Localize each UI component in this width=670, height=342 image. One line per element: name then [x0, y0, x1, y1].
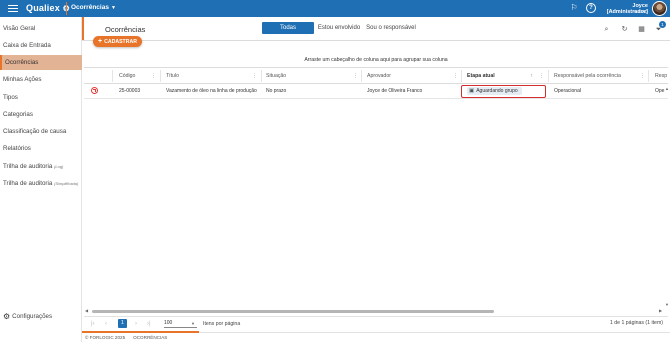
user-unit: FL CAD	[632, 9, 648, 14]
tab-estou-envolvido[interactable]: Estou envolvido	[315, 22, 363, 34]
column-separator	[261, 70, 262, 82]
columns-icon[interactable]: ▦	[637, 25, 646, 34]
footer-accent	[82, 331, 199, 333]
footer-module: OCORRÊNCIAS	[133, 335, 168, 340]
sidebar-item-categorias[interactable]: Categorias	[0, 107, 82, 122]
column-separator	[461, 70, 462, 82]
column-header-resp[interactable]: Resp	[655, 72, 667, 81]
module-selector[interactable]: Ocorrências ▼	[71, 4, 116, 11]
status-clock-icon	[91, 87, 98, 94]
sidebar-item-relatorios[interactable]: Relatórios	[0, 141, 82, 156]
footer: © FORLOGIC 2025 OCORRÊNCIAS	[85, 335, 167, 340]
refresh-icon[interactable]: ↻	[620, 25, 629, 34]
tab-sou-o-responsavel[interactable]: Sou o responsável	[365, 22, 417, 34]
scroll-up-arrow-icon[interactable]: ▲	[665, 86, 669, 91]
pager-divider	[84, 316, 668, 317]
cell-aprovador[interactable]: Joyce de Oliveira Franco	[367, 88, 422, 95]
page-title: Ocorrências	[105, 25, 146, 34]
tab-todas[interactable]: Todas	[262, 22, 314, 34]
column-separator	[548, 70, 549, 82]
notifications-icon[interactable]: ⚐	[569, 3, 579, 13]
column-header-situacao[interactable]: Situação	[266, 72, 286, 81]
app-logo[interactable]: Qualiex ⚙	[26, 3, 70, 13]
scroll-down-arrow-icon[interactable]: ▼	[665, 302, 669, 307]
search-icon[interactable]: ⌕	[602, 25, 611, 34]
header-divider	[82, 40, 670, 41]
sidebar-item-minhas-acoes[interactable]: Minhas Ações	[0, 72, 82, 87]
footer-copyright: © FORLOGIC 2025	[85, 335, 126, 340]
cell-situacao[interactable]: No prazo	[266, 88, 286, 95]
first-page-icon[interactable]: |‹	[91, 321, 95, 327]
column-header-etapa-atual[interactable]: Etapa atual	[467, 72, 495, 81]
user-avatar[interactable]	[652, 1, 667, 16]
column-menu-icon[interactable]: ⋮	[353, 72, 358, 81]
config-link[interactable]: ⚙ Configurações	[3, 312, 52, 321]
group-icon: ▣	[469, 88, 475, 94]
sidebar-item-visao-geral[interactable]: Visão Geral	[0, 21, 82, 36]
cell-titulo[interactable]: Vazamento de óleo na linha de produção	[166, 88, 257, 95]
sort-asc-icon[interactable]: ↑	[530, 72, 533, 81]
column-separator	[648, 70, 649, 82]
row-divider	[84, 98, 668, 99]
gear-icon: ⚙	[3, 312, 11, 321]
cell-resp[interactable]: Ope	[655, 88, 664, 95]
scroll-right-arrow-icon[interactable]: ▶	[659, 308, 662, 313]
plus-icon: +	[98, 38, 103, 45]
grid-header-divider	[84, 83, 668, 84]
scroll-left-arrow-icon[interactable]: ◀	[85, 308, 88, 313]
column-header-responsavel[interactable]: Responsável pela ocorrência	[554, 72, 621, 81]
sidebar-item-trilha-simplificada[interactable]: Trilha de auditoria (Simplificada)	[0, 176, 82, 191]
header-accent	[82, 17, 84, 41]
etapa-chip[interactable]: ▣ Aguardando grupo	[467, 87, 522, 95]
prev-page-icon[interactable]: ‹	[105, 321, 107, 327]
column-header-titulo[interactable]: Título	[166, 72, 179, 81]
sidebar-item-trilha-log[interactable]: Trilha de auditoria (Log)	[0, 159, 82, 174]
group-by-panel[interactable]: Arraste um cabeçalho de coluna aqui para…	[82, 57, 670, 63]
sidebar-item-caixa-de-entrada[interactable]: Caixa de Entrada	[0, 38, 82, 53]
chevron-down-icon: ▼	[191, 321, 195, 326]
column-header-codigo[interactable]: Código	[119, 72, 135, 81]
horizontal-scroll-thumb[interactable]	[92, 310, 494, 313]
footer-divider	[199, 332, 670, 333]
filter-count-badge: 1	[659, 21, 666, 28]
items-per-page-label: Itens por página	[203, 321, 241, 327]
sidebar-item-ocorrencias[interactable]: Ocorrências	[0, 55, 82, 70]
current-page-button[interactable]: 1	[118, 319, 127, 328]
help-icon[interactable]: ?	[586, 3, 596, 13]
cell-responsavel[interactable]: Operacional	[554, 88, 581, 95]
column-menu-icon[interactable]: ⋮	[539, 72, 544, 81]
column-separator	[112, 70, 113, 82]
column-separator	[361, 70, 362, 82]
column-menu-icon[interactable]: ⋮	[453, 72, 458, 81]
items-per-page-select[interactable]: 100 ▼	[164, 320, 197, 328]
cell-codigo[interactable]: 25-00003	[119, 88, 140, 95]
sidebar-item-tipos[interactable]: Tipos	[0, 90, 82, 105]
last-page-icon[interactable]: ›|	[147, 321, 151, 327]
top-bar: Qualiex ⚙ Ocorrências▼ ⚐ ? Joyce [Admini…	[0, 0, 670, 17]
grid-divider	[84, 67, 668, 68]
column-separator	[160, 70, 161, 82]
hamburger-menu-icon[interactable]	[8, 3, 18, 14]
sidebar: Visão Geral Caixa de Entrada Ocorrências…	[0, 17, 82, 342]
page-info: 1 de 1 páginas (1 item)	[609, 320, 663, 326]
sidebar-item-classificacao-de-causa[interactable]: Classificação de causa	[0, 124, 82, 139]
cadastrar-button[interactable]: + CADASTRAR	[93, 36, 142, 47]
column-menu-icon[interactable]: ⋮	[252, 72, 257, 81]
column-menu-icon[interactable]: ⋮	[640, 72, 645, 81]
column-menu-icon[interactable]: ⋮	[151, 72, 156, 81]
column-header-aprovador[interactable]: Aprovador	[367, 72, 391, 81]
next-page-icon[interactable]: ›	[135, 321, 137, 327]
logo-separator	[66, 2, 67, 15]
